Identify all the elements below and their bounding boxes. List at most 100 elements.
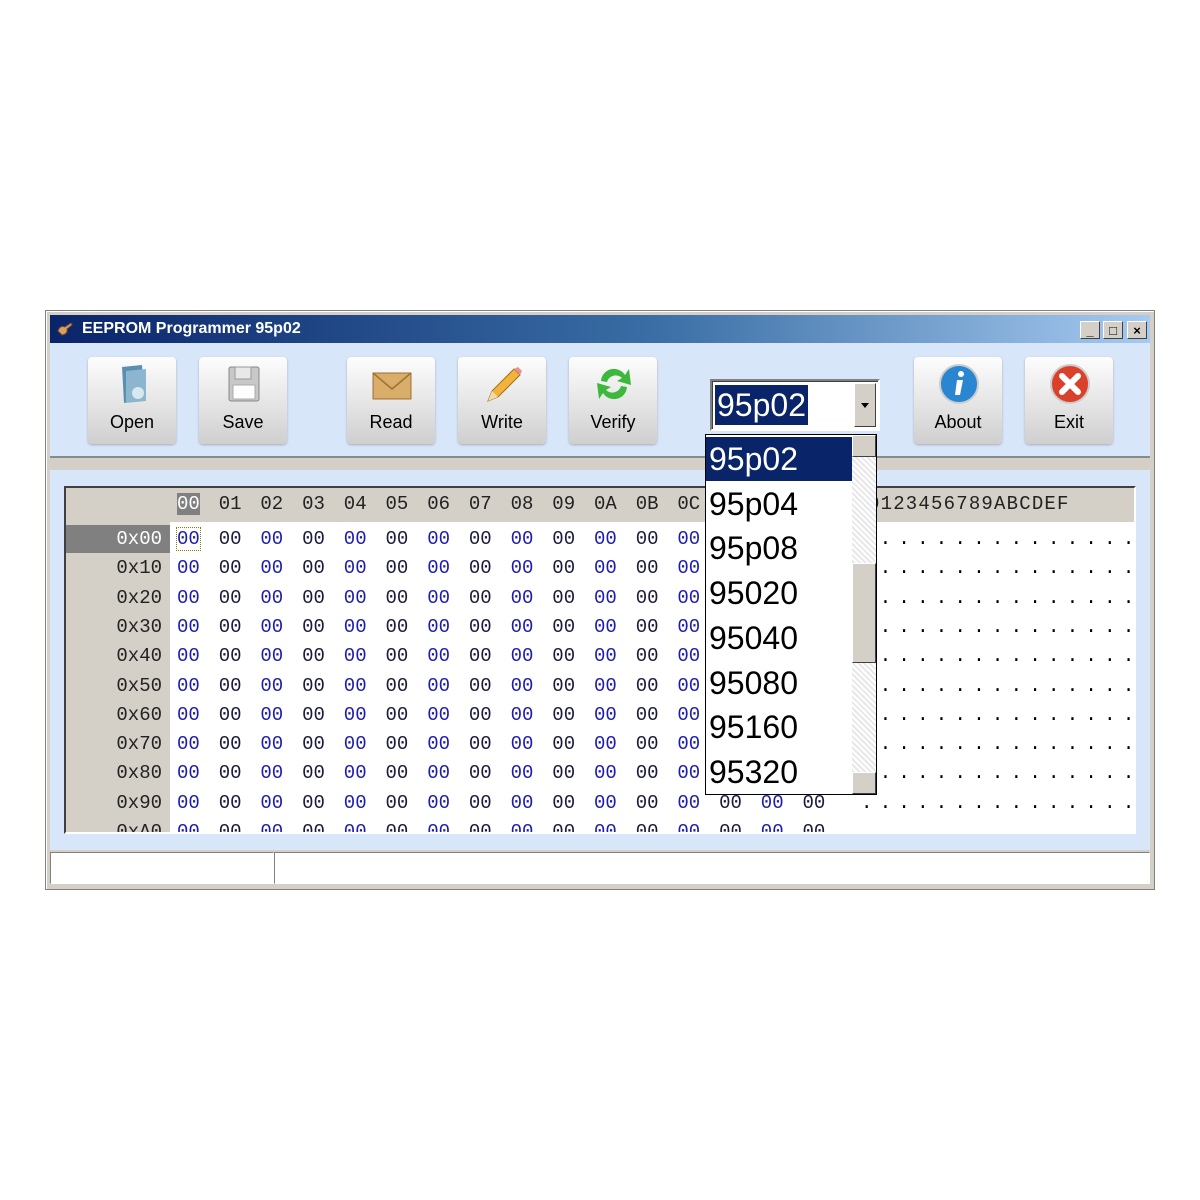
hex-byte-cell[interactable]: 00 [302,528,325,550]
hex-byte-cell[interactable]: 00 [677,675,700,697]
hex-byte-cell[interactable]: 00 [594,616,617,638]
hex-byte-cell[interactable]: 00 [636,704,659,726]
exit-button[interactable]: Exit [1025,357,1113,444]
dropdown-option[interactable]: 95320 [706,750,852,794]
ascii-text[interactable]: ................ [861,587,1134,609]
hex-byte-cell[interactable]: 00 [260,792,283,814]
read-button[interactable]: Read [347,357,435,444]
hex-byte-cell[interactable]: 00 [636,821,659,832]
hex-byte-cell[interactable]: 00 [803,821,826,832]
hex-byte-cell[interactable]: 00 [761,821,784,832]
hex-byte-cell[interactable]: 00 [636,645,659,667]
hex-byte-cell[interactable]: 00 [386,821,409,832]
hex-byte-cell[interactable]: 00 [302,587,325,609]
hex-byte-cell[interactable]: 00 [469,557,492,579]
hex-byte-cell[interactable]: 00 [302,792,325,814]
hex-byte-cell[interactable]: 00 [386,792,409,814]
hex-byte-cell[interactable]: 00 [386,616,409,638]
hex-byte-cell[interactable]: 00 [594,762,617,784]
hex-byte-cell[interactable]: 00 [552,528,575,550]
hex-byte-cell[interactable]: 00 [386,675,409,697]
dropdown-option[interactable]: 95020 [706,571,852,615]
hex-grid[interactable]: 0123456789ABCDEF 00 01 02 03 04 05 06 07 08 09 0A 0… [64,486,1136,834]
hex-byte-cell[interactable]: 00 [552,616,575,638]
ascii-text[interactable]: ................ [861,821,1134,832]
hex-byte-cell[interactable]: 00 [260,675,283,697]
hex-byte-cell[interactable]: 00 [427,645,450,667]
hex-byte-cell[interactable]: 00 [594,645,617,667]
hex-byte-cell[interactable]: 00 [511,587,534,609]
hex-byte-cell[interactable]: 00 [677,557,700,579]
hex-byte-cell[interactable]: 00 [219,616,242,638]
hex-byte-cell[interactable]: 00 [511,762,534,784]
hex-byte-cell[interactable]: 00 [552,762,575,784]
hex-byte-cell[interactable]: 00 [677,587,700,609]
scroll-down-arrow-icon[interactable] [852,772,876,794]
hex-byte-cell[interactable]: 00 [219,704,242,726]
hex-byte-cell[interactable]: 00 [427,762,450,784]
hex-byte-cell[interactable]: 00 [469,733,492,755]
hex-byte-cell[interactable]: 00 [219,587,242,609]
hex-byte-cell[interactable]: 00 [219,528,242,550]
hex-byte-cell[interactable]: 00 [302,557,325,579]
hex-byte-cell[interactable]: 00 [260,587,283,609]
hex-byte-cell[interactable]: 00 [219,792,242,814]
hex-byte-cell[interactable]: 00 [260,733,283,755]
hex-byte-cell[interactable]: 00 [344,616,367,638]
ascii-text[interactable]: ................ [861,792,1134,814]
hex-byte-cell[interactable]: 00 [677,704,700,726]
dropdown-option[interactable]: 95160 [706,705,852,749]
hex-byte-cell[interactable]: 00 [594,587,617,609]
hex-byte-cell[interactable]: 00 [302,704,325,726]
dropdown-option[interactable]: 95040 [706,616,852,660]
hex-byte-cell[interactable]: 00 [677,616,700,638]
ascii-text[interactable]: ................ [861,704,1134,726]
hex-byte-cell[interactable]: 00 [344,792,367,814]
hex-byte-cell[interactable]: 00 [677,762,700,784]
dropdown-option[interactable]: 95p04 [706,482,852,526]
close-button[interactable]: × [1127,321,1147,339]
chip-select-combobox[interactable]: 95p02 [710,379,880,431]
hex-byte-cell[interactable]: 00 [636,616,659,638]
dropdown-scrollbar[interactable] [852,435,876,794]
hex-byte-cell[interactable]: 00 [386,645,409,667]
minimize-button[interactable]: _ [1080,321,1100,339]
hex-byte-cell[interactable]: 00 [594,557,617,579]
hex-byte-cell[interactable]: 00 [552,733,575,755]
hex-byte-cell[interactable]: 00 [427,587,450,609]
hex-byte-cell[interactable]: 00 [636,733,659,755]
hex-byte-cell[interactable]: 00 [469,675,492,697]
hex-byte-cell[interactable]: 00 [677,733,700,755]
hex-byte-cell[interactable]: 00 [302,675,325,697]
hex-byte-cell[interactable]: 00 [302,762,325,784]
hex-byte-cell[interactable]: 00 [177,645,200,667]
hex-byte-cell[interactable]: 00 [260,528,283,550]
write-button[interactable]: Write [458,357,546,444]
hex-byte-cell[interactable]: 00 [386,528,409,550]
hex-byte-cell[interactable]: 00 [511,557,534,579]
hex-byte-cell[interactable]: 00 [344,528,367,550]
hex-byte-cell[interactable]: 00 [260,557,283,579]
hex-byte-cell[interactable]: 00 [636,587,659,609]
hex-byte-cell[interactable]: 00 [511,675,534,697]
hex-byte-cell[interactable]: 00 [511,733,534,755]
hex-byte-cell[interactable]: 00 [427,821,450,832]
hex-byte-cell[interactable]: 00 [302,821,325,832]
dropdown-option[interactable]: 95p02 [706,437,852,481]
hex-byte-cell[interactable]: 00 [677,528,700,550]
hex-byte-cell[interactable]: 00 [636,792,659,814]
hex-byte-cell[interactable]: 00 [469,616,492,638]
ascii-text[interactable]: ................ [861,733,1134,755]
hex-byte-cell[interactable]: 00 [677,792,700,814]
hex-byte-cell[interactable]: 00 [552,675,575,697]
chevron-down-icon[interactable] [854,383,876,427]
hex-byte-cell[interactable]: 00 [552,704,575,726]
hex-byte-cell[interactable]: 00 [594,528,617,550]
hex-byte-cell[interactable]: 00 [344,704,367,726]
hex-byte-cell[interactable]: 00 [594,675,617,697]
ascii-text[interactable]: ................ [861,616,1134,638]
hex-byte-cell[interactable]: 00 [552,587,575,609]
scroll-up-arrow-icon[interactable] [852,435,876,457]
hex-byte-cell[interactable]: 00 [427,616,450,638]
hex-byte-cell[interactable]: 00 [219,557,242,579]
